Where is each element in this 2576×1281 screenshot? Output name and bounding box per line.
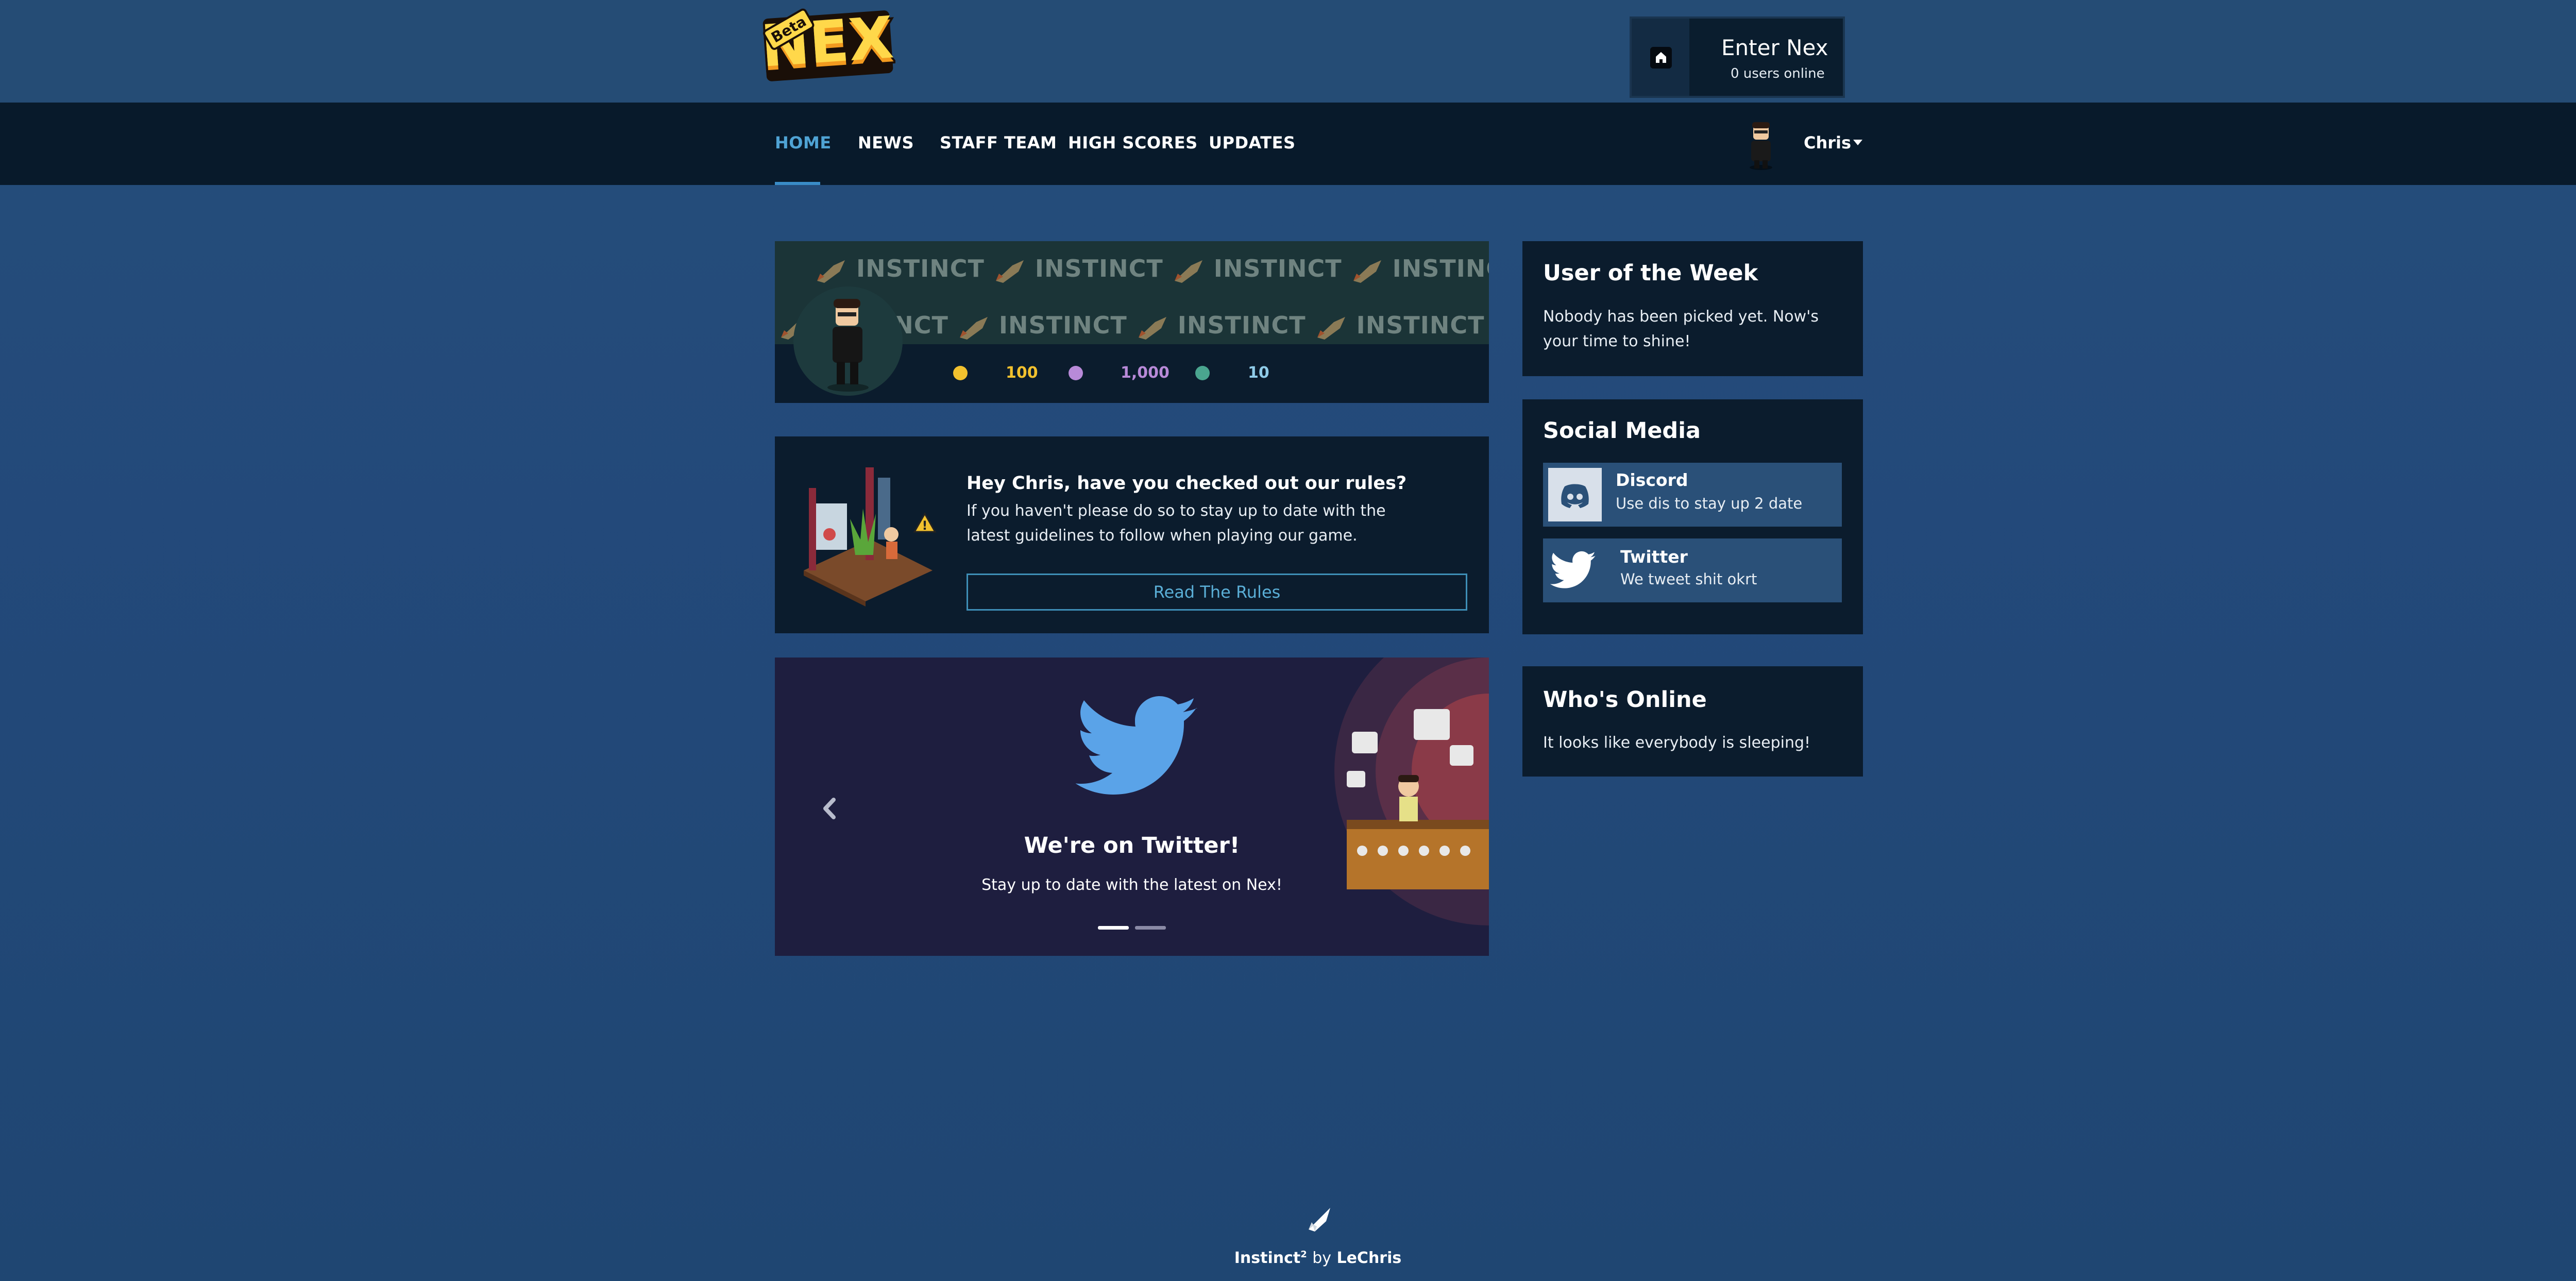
nav-news[interactable]: NEWS [858, 133, 914, 153]
banner-word: INSTINCT [1035, 255, 1163, 282]
users-online-count: 0 users online [1731, 66, 1825, 81]
rocket-icon [995, 260, 1024, 283]
enter-icon-wrap [1632, 19, 1689, 96]
rocket-icon [959, 316, 988, 340]
twitter-link[interactable]: Twitter We tweet shit okrt [1543, 538, 1842, 602]
banner-word: INSTINCT [1392, 255, 1489, 282]
footer-author[interactable]: LeChris [1336, 1249, 1401, 1267]
footer-brand-sup: 2 [1300, 1249, 1307, 1260]
whos-online-title: Who's Online [1543, 687, 1707, 713]
footer-credit: Instinct2 by LeChris [0, 1249, 2576, 1267]
ducket-icon [1069, 366, 1083, 380]
enter-hotel-button[interactable]: Enter Nex 0 users online [1630, 16, 1845, 98]
rocket-icon [1353, 260, 1381, 283]
diamond-icon [1195, 366, 1210, 380]
discord-link[interactable]: Discord Use dis to stay up 2 date [1543, 463, 1842, 527]
discord-icon [1548, 468, 1602, 521]
rules-illustration: ! [804, 467, 937, 606]
twitter-icon [1550, 551, 1596, 588]
user-of-week-title: User of the Week [1543, 260, 1758, 286]
svg-text:!: ! [922, 518, 928, 533]
rocket-icon [1138, 316, 1166, 340]
rocket-icon [1174, 260, 1202, 283]
discord-name: Discord [1616, 470, 1688, 490]
top-header [0, 0, 2576, 103]
banner-word: INSTINCT [1356, 311, 1485, 339]
read-rules-button[interactable]: Read The Rules [967, 574, 1467, 611]
nav-updates[interactable]: UPDATES [1209, 133, 1296, 153]
rocket-icon [1309, 1208, 1330, 1232]
duckets-value: 1,000 [1121, 364, 1170, 382]
rocket-icon [817, 260, 845, 283]
coin-icon [953, 366, 968, 380]
social-media-title: Social Media [1543, 418, 1701, 444]
carousel-dot-2[interactable] [1135, 926, 1166, 930]
whos-online-text: It looks like everybody is sleeping! [1543, 734, 1811, 752]
banner-row-top: INSTINCT INSTINCT INSTINCT INSTINCT [806, 255, 1489, 285]
enter-title: Enter Nex [1721, 35, 1828, 60]
footer-brand: Instinct [1234, 1249, 1301, 1267]
nav-high-scores[interactable]: HIGH SCORES [1068, 133, 1198, 153]
twitter-icon [1076, 696, 1197, 795]
rocket-icon [1317, 316, 1345, 340]
carousel-title: We're on Twitter! [1024, 833, 1240, 858]
nav-active-indicator [775, 182, 820, 185]
diamonds-value: 10 [1248, 364, 1269, 382]
profile-avatar [793, 286, 903, 396]
discord-desc: Use dis to stay up 2 date [1616, 495, 1803, 512]
twitter-desc: We tweet shit okrt [1620, 570, 1757, 588]
caret-down-icon[interactable] [1853, 140, 1862, 145]
whos-online-card [1522, 666, 1863, 777]
footer-by: by [1312, 1249, 1332, 1267]
rules-title: Hey Chris, have you checked out our rule… [967, 473, 1407, 494]
nex-logo[interactable]: NEX NEX Beta [760, 8, 895, 83]
carousel-illustration [1334, 658, 1489, 925]
carousel-dot-1[interactable] [1098, 926, 1129, 930]
banner-word: INSTINCT [856, 255, 985, 282]
home-icon [1650, 47, 1672, 69]
rules-text: If you haven't please do so to stay up t… [967, 502, 1386, 545]
user-of-week-text: Nobody has been picked yet. Now's your t… [1543, 308, 1819, 350]
banner-word: INSTINCT [1213, 255, 1342, 282]
nav-staff-team[interactable]: STAFF TEAM [940, 133, 1057, 153]
credits-value: 100 [1006, 364, 1038, 382]
twitter-name: Twitter [1620, 547, 1688, 567]
user-menu-name[interactable]: Chris [1804, 133, 1851, 153]
carousel-subtitle: Stay up to date with the latest on Nex! [981, 876, 1282, 894]
nav-home[interactable]: HOME [775, 133, 832, 153]
banner-word: INSTINCT [1177, 311, 1306, 339]
chevron-left-icon[interactable] [819, 796, 840, 821]
banner-word: INSTINCT [998, 311, 1127, 339]
user-avatar[interactable] [1743, 120, 1779, 172]
